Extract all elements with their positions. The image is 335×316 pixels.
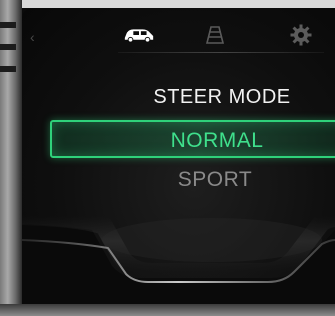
tab-settings[interactable] — [284, 22, 318, 48]
bezel-left — [0, 0, 22, 316]
tab-road[interactable] — [198, 22, 232, 48]
chevron-left-icon[interactable]: ‹ — [30, 30, 35, 44]
display-frame: ‹ STEER MODE NORMAL SPORT — [0, 0, 335, 316]
option-sport[interactable]: SPORT — [130, 168, 300, 192]
option-normal[interactable]: NORMAL — [50, 120, 335, 158]
dashboard-tray-graphic — [22, 207, 335, 304]
bezel-stripe — [0, 44, 16, 50]
car-icon — [124, 29, 154, 43]
bezel-bottom — [0, 304, 335, 316]
gear-icon — [290, 24, 312, 46]
bezel-stripe — [0, 22, 16, 28]
bezel-top — [0, 0, 335, 8]
bezel-stripe — [0, 66, 16, 72]
instrument-screen: ‹ STEER MODE NORMAL SPORT — [22, 8, 335, 304]
top-bar: ‹ — [22, 8, 335, 58]
menu-title: STEER MODE — [153, 86, 291, 108]
tab-vehicle[interactable] — [122, 22, 156, 48]
option-normal-label: NORMAL — [170, 129, 264, 152]
road-icon — [205, 26, 225, 44]
top-divider — [118, 52, 324, 53]
